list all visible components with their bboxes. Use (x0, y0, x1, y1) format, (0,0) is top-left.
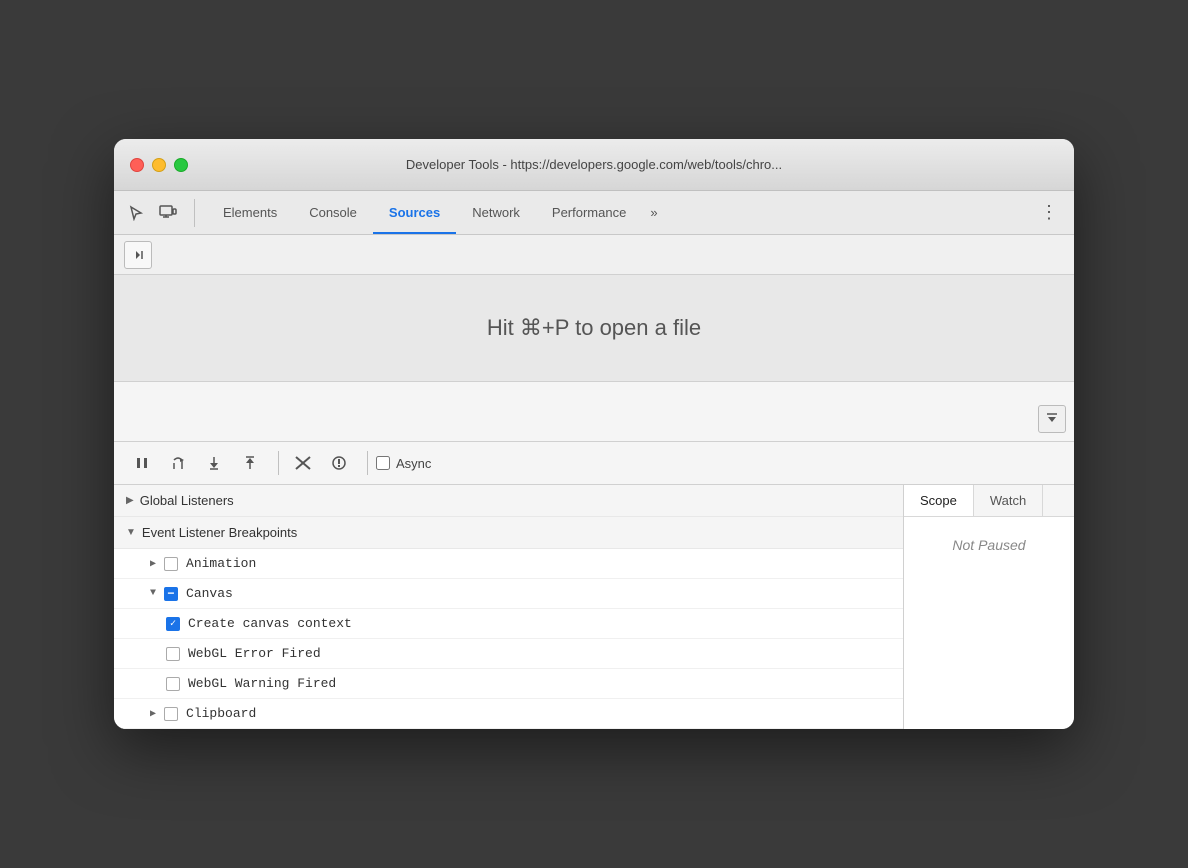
close-button[interactable] (130, 158, 144, 172)
animation-row[interactable]: ▶ Animation (114, 549, 903, 579)
create-canvas-context-checkbox[interactable]: ✓ (166, 617, 180, 631)
editor-dropdown-button[interactable] (1038, 405, 1066, 433)
device-icon[interactable] (154, 199, 182, 227)
clipboard-row[interactable]: ▶ Clipboard (114, 699, 903, 729)
debug-separator (278, 451, 279, 475)
tab-console[interactable]: Console (293, 191, 373, 234)
right-panel: Scope Watch Not Paused (904, 485, 1074, 729)
editor-area (114, 381, 1074, 441)
tab-icon-group (122, 199, 195, 227)
async-checkbox-label[interactable]: Async (376, 456, 431, 471)
more-tabs-button[interactable]: » (642, 205, 665, 220)
bottom-panel: ▶ Global Listeners ▼ Event Listener Brea… (114, 485, 1074, 729)
webgl-error-fired-row[interactable]: WebGL Error Fired (114, 639, 903, 669)
kebab-menu-button[interactable]: ⋮ (1032, 202, 1066, 223)
webgl-warning-fired-row[interactable]: WebGL Warning Fired (114, 669, 903, 699)
event-listener-breakpoints-header[interactable]: ▼ Event Listener Breakpoints (114, 517, 903, 549)
debug-separator-2 (367, 451, 368, 475)
global-listeners-header[interactable]: ▶ Global Listeners (114, 485, 903, 517)
sources-toolbar (114, 235, 1074, 275)
pause-button[interactable] (126, 447, 158, 479)
title-bar: Developer Tools - https://developers.goo… (114, 139, 1074, 191)
webgl-error-label: WebGL Error Fired (188, 646, 321, 661)
expand-panel-button[interactable] (124, 241, 152, 269)
clipboard-checkbox[interactable] (164, 707, 178, 721)
webgl-warning-label: WebGL Warning Fired (188, 676, 336, 691)
animation-checkbox[interactable] (164, 557, 178, 571)
tab-bar: Elements Console Sources Network Perform… (114, 191, 1074, 235)
canvas-arrow: ▼ (150, 588, 156, 599)
event-listener-arrow: ▼ (126, 527, 136, 538)
main-content-area: Hit ⌘+P to open a file (114, 275, 1074, 441)
breakpoints-list: ▶ Global Listeners ▼ Event Listener Brea… (114, 485, 903, 729)
scope-watch-tabs: Scope Watch (904, 485, 1074, 517)
canvas-checkbox[interactable]: − (164, 587, 178, 601)
step-out-button[interactable] (234, 447, 266, 479)
animation-arrow: ▶ (150, 558, 156, 570)
scope-tab[interactable]: Scope (904, 485, 974, 516)
step-into-button[interactable] (198, 447, 230, 479)
window-title: Developer Tools - https://developers.goo… (406, 157, 782, 172)
tab-performance[interactable]: Performance (536, 191, 642, 234)
canvas-row[interactable]: ▼ − Canvas (114, 579, 903, 609)
step-over-button[interactable] (162, 447, 194, 479)
cursor-icon[interactable] (122, 199, 150, 227)
global-listeners-label: Global Listeners (140, 493, 234, 508)
async-checkbox-input[interactable] (376, 456, 390, 470)
left-panel: ▶ Global Listeners ▼ Event Listener Brea… (114, 485, 904, 729)
pause-on-exceptions-button[interactable] (323, 447, 355, 479)
not-paused-text: Not Paused (904, 517, 1074, 573)
webgl-error-checkbox[interactable] (166, 647, 180, 661)
tab-elements[interactable]: Elements (207, 191, 293, 234)
create-canvas-context-row[interactable]: ✓ Create canvas context (114, 609, 903, 639)
canvas-label: Canvas (186, 586, 233, 601)
clipboard-label: Clipboard (186, 706, 256, 721)
minimize-button[interactable] (152, 158, 166, 172)
debugger-bar: Async (114, 441, 1074, 485)
deactivate-breakpoints-button[interactable] (287, 447, 319, 479)
tab-sources[interactable]: Sources (373, 191, 456, 234)
clipboard-arrow: ▶ (150, 708, 156, 720)
event-listener-label: Event Listener Breakpoints (142, 525, 297, 540)
watch-tab[interactable]: Watch (974, 485, 1043, 516)
tabs: Elements Console Sources Network Perform… (207, 191, 1032, 234)
command-hint: Hit ⌘+P to open a file (114, 275, 1074, 381)
tab-network[interactable]: Network (456, 191, 536, 234)
traffic-lights (130, 158, 188, 172)
webgl-warning-checkbox[interactable] (166, 677, 180, 691)
devtools-window: Developer Tools - https://developers.goo… (114, 139, 1074, 729)
create-canvas-context-label: Create canvas context (188, 616, 352, 631)
maximize-button[interactable] (174, 158, 188, 172)
animation-label: Animation (186, 556, 256, 571)
global-listeners-arrow: ▶ (126, 495, 134, 506)
